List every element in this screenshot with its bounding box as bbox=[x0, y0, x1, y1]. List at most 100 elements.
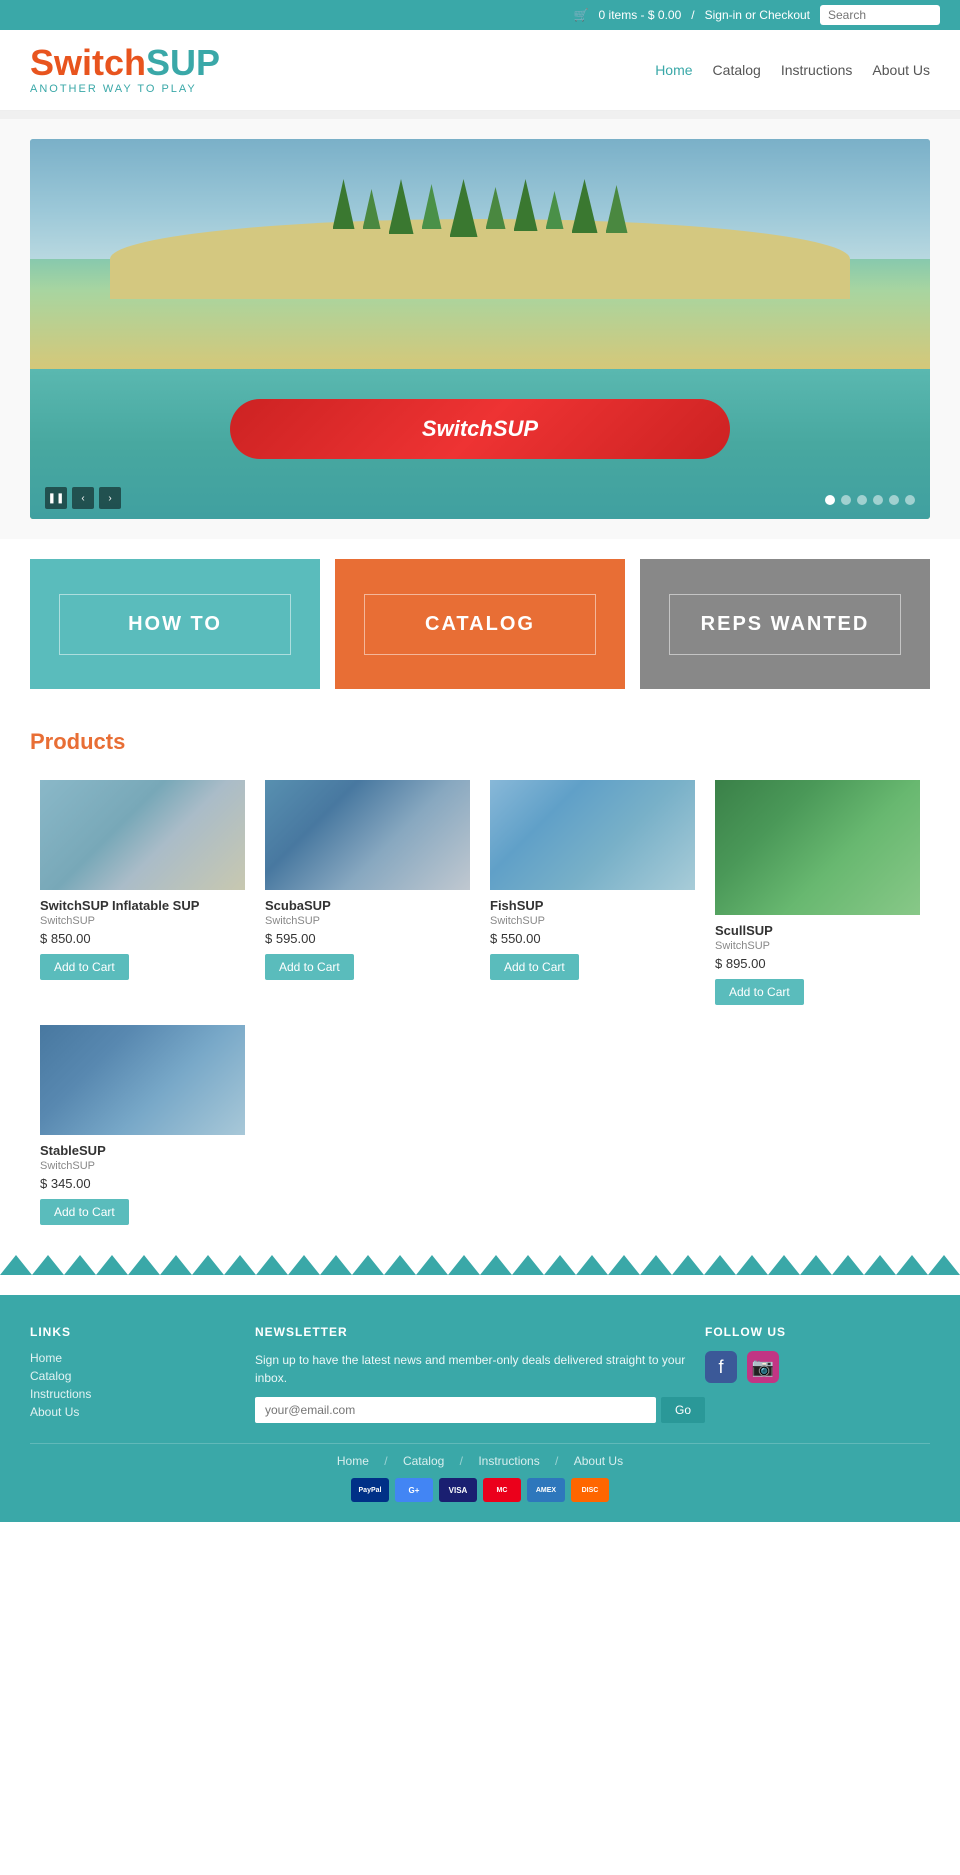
product-card-3: ScullSUP SwitchSUP $ 895.00 Add to Cart bbox=[705, 770, 930, 1015]
product-brand-1: SwitchSUP bbox=[265, 915, 470, 927]
hero-board: SwitchSUP bbox=[230, 399, 730, 459]
footer-bottom-instructions[interactable]: Instructions bbox=[478, 1454, 539, 1468]
product-brand-2: SwitchSUP bbox=[490, 915, 695, 927]
product-name-1: ScubaSUP bbox=[265, 898, 470, 913]
logo-sup: SUP bbox=[146, 42, 220, 83]
categories-section: HOW TO CATALOG REPS WANTED bbox=[0, 539, 960, 709]
instagram-icon[interactable]: 📷 bbox=[747, 1351, 779, 1383]
product-name-3: ScullSUP bbox=[715, 923, 920, 938]
footer-link-about[interactable]: About Us bbox=[30, 1405, 255, 1419]
footer-link-instructions[interactable]: Instructions bbox=[30, 1387, 255, 1401]
footer-bottom-home[interactable]: Home bbox=[337, 1454, 369, 1468]
product-card-4: StableSUP SwitchSUP $ 345.00 Add to Cart bbox=[30, 1015, 255, 1235]
product-image-1 bbox=[265, 780, 470, 890]
payment-mastercard: MC bbox=[483, 1478, 521, 1502]
products-title: Products bbox=[30, 729, 930, 755]
product-image-0 bbox=[40, 780, 245, 890]
payment-amex: AMEX bbox=[527, 1478, 565, 1502]
category-howto[interactable]: HOW TO bbox=[30, 559, 320, 689]
products-grid: SwitchSUP Inflatable SUP SwitchSUP $ 850… bbox=[30, 770, 930, 1235]
footer-link-home[interactable]: Home bbox=[30, 1351, 255, 1365]
footer-newsletter-form: Go bbox=[255, 1397, 705, 1423]
footer-payments: PayPal G+ VISA MC AMEX DISC bbox=[30, 1478, 930, 1512]
product-price-0: $ 850.00 bbox=[40, 931, 245, 946]
add-to-cart-0[interactable]: Add to Cart bbox=[40, 954, 129, 980]
hero-dot-2[interactable] bbox=[841, 495, 851, 505]
hero-dots bbox=[825, 495, 915, 505]
product-name-0: SwitchSUP Inflatable SUP bbox=[40, 898, 245, 913]
product-name-4: StableSUP bbox=[40, 1143, 245, 1158]
facebook-icon[interactable]: f bbox=[705, 1351, 737, 1383]
products-section: Products SwitchSUP Inflatable SUP Switch… bbox=[0, 709, 960, 1255]
footer-top: LINKS Home Catalog Instructions About Us… bbox=[30, 1325, 930, 1423]
main-nav: Home Catalog Instructions About Us bbox=[655, 62, 930, 78]
add-to-cart-1[interactable]: Add to Cart bbox=[265, 954, 354, 980]
add-to-cart-3[interactable]: Add to Cart bbox=[715, 979, 804, 1005]
hero-dot-1[interactable] bbox=[825, 495, 835, 505]
hero-section: SwitchSUP ❚❚ ‹ › bbox=[0, 119, 960, 539]
payment-paypal: PayPal bbox=[351, 1478, 389, 1502]
footer-link-catalog[interactable]: Catalog bbox=[30, 1369, 255, 1383]
separator: / bbox=[691, 8, 694, 22]
newsletter-submit-btn[interactable]: Go bbox=[661, 1397, 705, 1423]
footer-divider bbox=[0, 1255, 960, 1275]
hero-prev-btn[interactable]: ‹ bbox=[72, 487, 94, 509]
footer-bottom-about[interactable]: About Us bbox=[574, 1454, 623, 1468]
payment-visa: VISA bbox=[439, 1478, 477, 1502]
footer-social-col: FOLLOW US f 📷 bbox=[705, 1325, 930, 1423]
product-image-2 bbox=[490, 780, 695, 890]
nav-instructions[interactable]: Instructions bbox=[781, 62, 853, 78]
product-brand-0: SwitchSUP bbox=[40, 915, 245, 927]
hero-dot-3[interactable] bbox=[857, 495, 867, 505]
product-price-1: $ 595.00 bbox=[265, 931, 470, 946]
product-name-2: FishSUP bbox=[490, 898, 695, 913]
logo-switch: Switch bbox=[30, 42, 146, 83]
header: SwitchSUP ANOTHER WAY TO PLAY Home Catal… bbox=[0, 30, 960, 111]
product-image-4 bbox=[40, 1025, 245, 1135]
cart-icon: 🛒 bbox=[574, 8, 589, 22]
payment-google: G+ bbox=[395, 1478, 433, 1502]
top-bar: 🛒 0 items - $ 0.00 / Sign-in or Checkout bbox=[0, 0, 960, 30]
hero-board-text: SwitchSUP bbox=[422, 416, 538, 442]
footer-links-col: LINKS Home Catalog Instructions About Us bbox=[30, 1325, 255, 1423]
footer-bottom-catalog[interactable]: Catalog bbox=[403, 1454, 444, 1468]
category-howto-label: HOW TO bbox=[90, 613, 260, 636]
product-card-2: FishSUP SwitchSUP $ 550.00 Add to Cart bbox=[480, 770, 705, 1015]
hero-next-btn[interactable]: › bbox=[99, 487, 121, 509]
product-price-3: $ 895.00 bbox=[715, 956, 920, 971]
category-catalog[interactable]: CATALOG bbox=[335, 559, 625, 689]
hero-dot-5[interactable] bbox=[889, 495, 899, 505]
hero-dot-4[interactable] bbox=[873, 495, 883, 505]
footer-newsletter-col: NEWSLETTER Sign up to have the latest ne… bbox=[255, 1325, 705, 1423]
nav-about[interactable]: About Us bbox=[872, 62, 930, 78]
hero-controls: ❚❚ ‹ › bbox=[45, 487, 121, 509]
cart-text: 0 items - $ 0.00 bbox=[599, 8, 682, 22]
search-input[interactable] bbox=[820, 5, 940, 25]
add-to-cart-2[interactable]: Add to Cart bbox=[490, 954, 579, 980]
footer-follow-title: FOLLOW US bbox=[705, 1325, 930, 1339]
footer-links-title: LINKS bbox=[30, 1325, 255, 1339]
footer-social-icons: f 📷 bbox=[705, 1351, 930, 1383]
nav-catalog[interactable]: Catalog bbox=[713, 62, 761, 78]
hero-trees bbox=[110, 179, 850, 237]
add-to-cart-4[interactable]: Add to Cart bbox=[40, 1199, 129, 1225]
payment-discover: DISC bbox=[571, 1478, 609, 1502]
newsletter-email-input[interactable] bbox=[255, 1397, 656, 1423]
category-reps-label: REPS WANTED bbox=[700, 613, 870, 636]
category-catalog-label: CATALOG bbox=[395, 613, 565, 636]
logo-tagline: ANOTHER WAY TO PLAY bbox=[30, 83, 220, 95]
hero-pause-btn[interactable]: ❚❚ bbox=[45, 487, 67, 509]
nav-home[interactable]: Home bbox=[655, 62, 692, 78]
signin-link[interactable]: Sign-in or Checkout bbox=[705, 8, 810, 22]
product-card-0: SwitchSUP Inflatable SUP SwitchSUP $ 850… bbox=[30, 770, 255, 1015]
category-reps[interactable]: REPS WANTED bbox=[640, 559, 930, 689]
product-brand-3: SwitchSUP bbox=[715, 940, 920, 952]
footer-newsletter-text: Sign up to have the latest news and memb… bbox=[255, 1351, 705, 1387]
footer-bottom-nav: Home / Catalog / Instructions / About Us bbox=[30, 1443, 930, 1468]
product-price-2: $ 550.00 bbox=[490, 931, 695, 946]
product-price-4: $ 345.00 bbox=[40, 1176, 245, 1191]
hero-dot-6[interactable] bbox=[905, 495, 915, 505]
footer-newsletter-title: NEWSLETTER bbox=[255, 1325, 705, 1339]
product-image-3 bbox=[715, 780, 920, 915]
logo: SwitchSUP ANOTHER WAY TO PLAY bbox=[30, 45, 220, 95]
